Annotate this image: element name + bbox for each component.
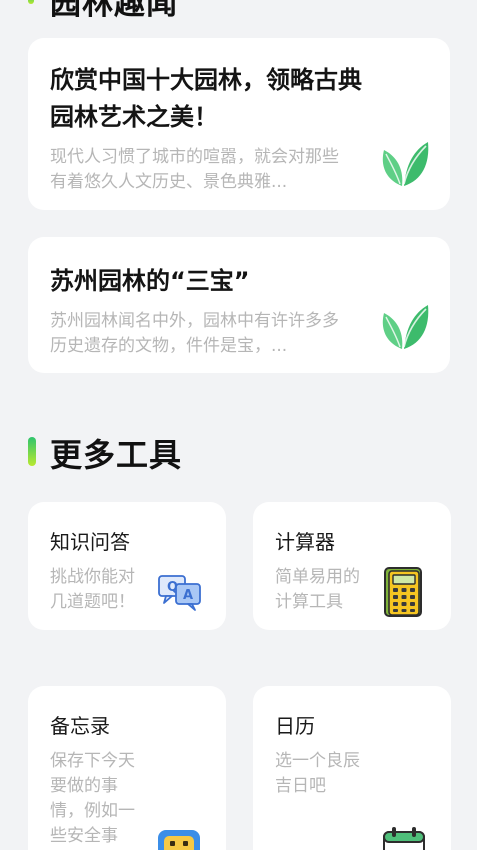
svg-text:A: A <box>183 588 193 603</box>
article-card[interactable]: 苏州园林的“三宝” 苏州园林闻名中外，园林中有许许多多历史遗存的文物，件件是宝，… <box>28 237 450 373</box>
section-accent-bar <box>28 0 34 4</box>
tool-card-calendar[interactable]: 日历 选一个良辰吉日吧 <box>253 686 451 850</box>
memo-robot-icon <box>158 830 200 850</box>
tool-desc: 简单易用的计算工具 <box>275 567 360 612</box>
tool-card-calculator[interactable]: 计算器 简单易用的计算工具 <box>253 502 451 630</box>
tool-name: 计算器 <box>275 530 335 554</box>
article-title: 苏州园林的“三宝” <box>50 267 250 295</box>
tool-name: 备忘录 <box>50 714 110 738</box>
leaf-icon <box>382 142 429 186</box>
qa-chat-icon: Q A <box>158 575 201 611</box>
tool-card-quiz[interactable]: 知识问答 挑战你能对几道题吧！ Q A <box>28 502 226 630</box>
article-title: 欣赏中国十大园林，领略古典园林艺术之美！ <box>50 66 362 131</box>
tool-desc: 选一个良辰吉日吧 <box>275 751 360 796</box>
tool-name: 日历 <box>275 714 315 738</box>
article-excerpt: 苏州园林闻名中外，园林中有许许多多历史遗存的文物，件件是宝，... <box>50 311 339 356</box>
section-accent-bar <box>28 437 36 466</box>
leaf-icon <box>382 305 429 349</box>
calculator-icon <box>384 567 422 617</box>
tool-desc: 保存下今天要做的事情，例如一些安全事 <box>50 751 135 846</box>
tool-card-memo[interactable]: 备忘录 保存下今天要做的事情，例如一些安全事 <box>28 686 226 850</box>
article-card[interactable]: 欣赏中国十大园林，领略古典园林艺术之美！ 现代人习惯了城市的喧嚣，就会对那些有着… <box>28 38 450 210</box>
section-title-garden-news: 园林趣闻 <box>50 0 178 22</box>
tool-name: 知识问答 <box>50 530 130 554</box>
tool-desc: 挑战你能对几道题吧！ <box>50 567 135 612</box>
section-title-more-tools: 更多工具 <box>50 436 183 474</box>
calendar-icon <box>383 827 425 850</box>
article-excerpt: 现代人习惯了城市的喧嚣，就会对那些有着悠久人文历史、景色典雅... <box>50 147 339 192</box>
